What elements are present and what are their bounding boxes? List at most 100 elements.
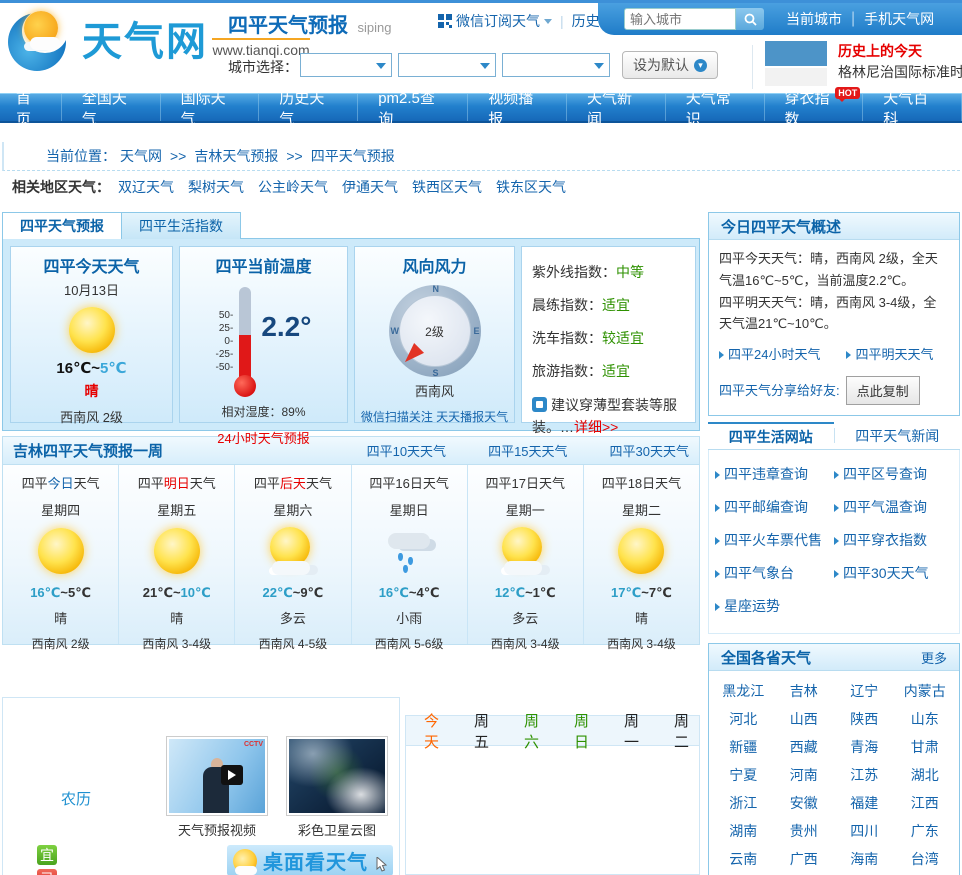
tab-sunday[interactable]: 周日	[574, 710, 599, 752]
summary-tomorrow-link[interactable]: 四平明天天气	[846, 344, 933, 366]
summary-24h-link[interactable]: 四平24小时天气	[719, 344, 820, 366]
tab-weather-news[interactable]: 四平天气新闻	[835, 422, 961, 449]
day-forecast-17th[interactable]: 四平17日天气 星期一 12℃~1℃ 多云 西南风 3-4级	[467, 465, 584, 651]
related-city-link[interactable]: 公主岭天气	[258, 179, 328, 195]
province-link[interactable]: 四川	[834, 817, 895, 845]
nav-encyclopedia[interactable]: 天气百科	[863, 90, 962, 128]
province-link[interactable]: 湖南	[713, 817, 774, 845]
day-forecast-18th[interactable]: 四平18日天气 星期二 17℃~7℃ 晴 西南风 3-4级	[583, 465, 700, 651]
history-today-thumbnail[interactable]	[765, 41, 827, 66]
life-link[interactable]: 四平30天天气	[834, 557, 953, 590]
province-link[interactable]: 台湾	[895, 845, 956, 873]
forecast-30day-link[interactable]: 四平30天天气	[610, 441, 689, 460]
nav-video[interactable]: 视频播报	[468, 90, 567, 128]
life-link[interactable]: 四平穿衣指数	[834, 524, 953, 557]
nav-history-weather[interactable]: 历史天气	[259, 90, 359, 128]
satellite-thumbnail[interactable]	[286, 736, 388, 816]
nav-news[interactable]: 天气新闻	[567, 90, 666, 128]
tab-tuesday[interactable]: 周二	[674, 710, 699, 752]
wechat-scan-link[interactable]: 微信扫描关注 天天播报天气	[361, 408, 508, 425]
province-link[interactable]: 黑龙江	[713, 677, 774, 705]
province-link[interactable]: 广西	[774, 845, 835, 873]
province-link[interactable]: 江西	[895, 789, 956, 817]
province-link[interactable]: 宁夏	[713, 761, 774, 789]
tab-today[interactable]: 今天	[424, 710, 449, 752]
tab-life-index[interactable]: 四平生活指数	[121, 212, 241, 239]
life-link[interactable]: 四平气温查询	[834, 491, 953, 524]
province-link[interactable]: 辽宁	[834, 677, 895, 705]
nav-knowledge[interactable]: 天气常识	[666, 90, 765, 128]
breadcrumb-province[interactable]: 吉林天气预报	[194, 146, 278, 166]
play-icon[interactable]	[221, 765, 243, 785]
province-link[interactable]: 青海	[834, 733, 895, 761]
wechat-subscribe-link[interactable]: 微信订阅天气	[456, 11, 540, 31]
related-city-link[interactable]: 双辽天气	[118, 179, 174, 195]
province-link[interactable]: 内蒙古	[895, 677, 956, 705]
life-link[interactable]: 四平区号查询	[834, 458, 953, 491]
province-link[interactable]: 广东	[895, 817, 956, 845]
province-link[interactable]: 陕西	[834, 705, 895, 733]
province-link[interactable]: 安徽	[774, 789, 835, 817]
related-city-link[interactable]: 梨树天气	[188, 179, 244, 195]
province-link[interactable]: 河北	[713, 705, 774, 733]
province-link[interactable]: 浙江	[713, 789, 774, 817]
province-link[interactable]: 湖北	[895, 761, 956, 789]
day-forecast-today[interactable]: 四平今日天气 星期四 16℃~5℃ 晴 西南风 2级	[3, 465, 120, 651]
province-link[interactable]: 甘肃	[895, 733, 956, 761]
province-link[interactable]: 江苏	[834, 761, 895, 789]
set-default-button[interactable]: 设为默认 ▾	[622, 51, 718, 79]
day-forecast-tomorrow[interactable]: 四平明日天气 星期五 21℃~10℃ 晴 西南风 3-4级	[119, 465, 236, 651]
tab-saturday[interactable]: 周六	[524, 710, 549, 752]
life-link[interactable]: 四平邮编查询	[715, 491, 834, 524]
nav-pm25[interactable]: pm2.5查询	[358, 90, 469, 128]
province-select[interactable]	[300, 53, 392, 77]
video-caption[interactable]: 天气预报视频	[165, 820, 269, 839]
tab-weather-forecast[interactable]: 四平天气预报	[2, 212, 122, 239]
province-link[interactable]: 云南	[713, 845, 774, 873]
lunar-calendar-label[interactable]: 农历	[61, 788, 91, 809]
weather-video-thumbnail[interactable]: CCTV	[166, 736, 268, 816]
province-link[interactable]: 吉林	[774, 677, 835, 705]
related-city-link[interactable]: 铁东区天气	[496, 179, 566, 195]
satellite-caption[interactable]: 彩色卫星云图	[285, 820, 389, 839]
tab-monday[interactable]: 周一	[624, 710, 649, 752]
current-city-link[interactable]: 当前城市	[786, 9, 842, 29]
province-link[interactable]: 福建	[834, 789, 895, 817]
life-link[interactable]: 星座运势	[715, 590, 834, 623]
forecast-15day-link[interactable]: 四平15天天气	[488, 441, 567, 460]
province-link[interactable]: 海南	[834, 845, 895, 873]
related-city-link[interactable]: 伊通天气	[342, 179, 398, 195]
province-link[interactable]: 山东	[895, 705, 956, 733]
province-link[interactable]: 贵州	[774, 817, 835, 845]
related-city-link[interactable]: 铁西区天气	[412, 179, 482, 195]
copy-button[interactable]: 点此复制	[845, 376, 920, 406]
day-forecast-16th[interactable]: 四平16日天气 星期日 16℃~4℃ 小雨 西南风 5-6级	[351, 465, 468, 651]
desktop-weather-banner[interactable]: 桌面看天气	[227, 845, 393, 875]
province-link[interactable]: 河南	[774, 761, 835, 789]
province-link[interactable]: 新疆	[713, 733, 774, 761]
breadcrumb-home[interactable]: 天气网	[120, 146, 162, 166]
forecast-10day-link[interactable]: 四平10天天气	[367, 441, 446, 460]
nav-international-weather[interactable]: 国际天气	[161, 90, 260, 128]
history-today-thumbnail-2[interactable]	[765, 68, 827, 86]
district-select[interactable]	[502, 53, 610, 77]
province-link[interactable]: 西藏	[774, 733, 835, 761]
tab-life-sites[interactable]: 四平生活网站	[708, 422, 834, 449]
city-select[interactable]	[398, 53, 496, 77]
nav-home[interactable]: 首页	[0, 90, 62, 128]
life-link[interactable]: 四平违章查询	[715, 458, 834, 491]
province-link[interactable]: 山西	[774, 705, 835, 733]
city-search-input[interactable]	[624, 8, 736, 30]
day-forecast-day-after[interactable]: 四平后天天气 星期六 22℃~9℃ 多云 西南风 4-5级	[235, 465, 352, 651]
detail-link[interactable]: 详细>>	[574, 419, 618, 435]
life-link[interactable]: 四平气象台	[715, 557, 834, 590]
hourly-forecast-link[interactable]: 24小时天气预报	[217, 428, 309, 447]
breadcrumb-city[interactable]: 四平天气预报	[311, 146, 395, 166]
provinces-more-link[interactable]: 更多	[921, 648, 947, 667]
history-today-link[interactable]: 历史上的今天	[838, 41, 922, 61]
mobile-site-link[interactable]: 手机天气网	[864, 9, 934, 29]
search-button[interactable]	[736, 8, 764, 30]
nav-national-weather[interactable]: 全国天气	[62, 90, 161, 128]
tab-friday[interactable]: 周五	[474, 710, 499, 752]
life-link[interactable]: 四平火车票代售	[715, 524, 834, 557]
